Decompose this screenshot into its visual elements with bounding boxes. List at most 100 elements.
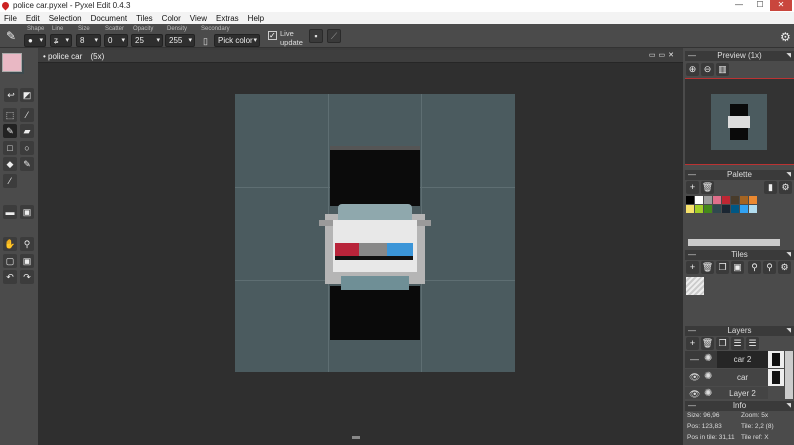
eye-icon[interactable]: 👁 (689, 389, 700, 399)
magic-wand-tool[interactable]: ⁄ (20, 108, 34, 122)
secondary-dropdown[interactable]: Pick color (214, 34, 260, 47)
menu-edit[interactable]: Edit (26, 14, 40, 23)
tile-grid-icon[interactable]: ▣ (731, 261, 744, 274)
crop-tool[interactable]: ▣ (20, 254, 34, 268)
layer-row[interactable]: 👁 ✺ car (685, 369, 768, 386)
palette-swatch[interactable] (695, 196, 703, 204)
document-tab[interactable]: • police car (5x) ▭▭✕ (38, 50, 683, 63)
eraser-tool[interactable]: ▰ (20, 124, 34, 138)
eye-icon[interactable]: 👁 (689, 372, 700, 383)
delete-layer-icon[interactable]: 🗑 (701, 337, 714, 350)
delete-color-icon[interactable]: 🗑 (701, 181, 714, 194)
zoom-in-icon[interactable]: ⊕ (686, 63, 699, 76)
fill-bucket-tool[interactable]: ◆ (3, 157, 17, 171)
tile-select-tool[interactable]: ▣ (20, 205, 34, 219)
line-dropdown[interactable]: ʑ (50, 34, 72, 47)
layer-row[interactable]: 👁 ✺ Layer 2 (685, 387, 768, 399)
palette-scrollbar[interactable] (688, 239, 780, 246)
palette-swatch[interactable] (740, 196, 748, 204)
merge-down-icon[interactable]: ☰ (731, 337, 744, 350)
preview-pane[interactable] (685, 78, 794, 165)
pan-hand-tool[interactable]: ✋ (3, 237, 17, 251)
color-replace-tool[interactable]: ✎ (20, 157, 34, 171)
rectangle-tool[interactable]: □ (3, 141, 17, 155)
reset-colors-icon[interactable]: ◩ (20, 88, 34, 102)
scatter-dropdown[interactable]: 0 (104, 34, 128, 47)
frame-tool[interactable]: ▢ (3, 254, 17, 268)
palette-sort-icon[interactable]: ▮ (764, 181, 777, 194)
menu-bar: File Edit Selection Document Tiles Color… (0, 12, 794, 24)
add-tile-icon[interactable]: + (686, 261, 699, 274)
tile-tool[interactable]: ▬ (3, 205, 17, 219)
swap-colors-icon[interactable]: ↩ (4, 88, 18, 102)
tiles-zoom-out-icon[interactable]: ⚲ (763, 261, 776, 274)
add-color-icon[interactable]: + (686, 181, 699, 194)
menu-file[interactable]: File (4, 14, 17, 23)
palette-swatch[interactable] (686, 196, 694, 204)
layer-settings-icon[interactable]: ✺ (704, 388, 712, 399)
layer-settings-icon[interactable]: ✺ (704, 353, 712, 364)
palette-swatch[interactable] (722, 196, 730, 204)
document-window-buttons[interactable]: ▭▭✕ (649, 51, 677, 59)
resize-handle[interactable] (352, 436, 360, 439)
palette-swatch[interactable] (731, 205, 739, 213)
palette-swatch[interactable] (686, 205, 694, 213)
palette-swatch[interactable] (704, 196, 712, 204)
menu-color[interactable]: Color (162, 14, 181, 23)
pencil-tool[interactable]: ✎ (3, 124, 17, 138)
pixel-canvas[interactable] (235, 94, 515, 372)
menu-extras[interactable]: Extras (216, 14, 239, 23)
palette-swatch[interactable] (713, 205, 721, 213)
settings-gear-icon[interactable]: ⚙ (780, 30, 791, 44)
zoom-out-icon[interactable]: ⊖ (701, 63, 714, 76)
layer-settings-icon[interactable]: ✺ (704, 371, 712, 382)
density-label: Density (167, 26, 188, 32)
duplicate-layer-icon[interactable]: ❐ (716, 337, 729, 350)
maximize-button[interactable]: ☐ (749, 0, 771, 11)
copy-tile-icon[interactable]: ❐ (716, 261, 729, 274)
menu-tiles[interactable]: Tiles (136, 14, 153, 23)
layers-scrollbar[interactable] (785, 351, 793, 399)
tile-thumbnail[interactable] (686, 277, 704, 295)
window-title: police car.pyxel - Pyxel Edit 0.4.3 (13, 1, 131, 10)
layer-button[interactable]: ▪ (309, 29, 323, 43)
menu-selection[interactable]: Selection (49, 14, 82, 23)
palette-swatch[interactable] (731, 196, 739, 204)
palette-swatch[interactable] (749, 205, 757, 213)
close-button[interactable]: ✕ (770, 0, 792, 11)
zoom-tool[interactable]: ⚲ (20, 237, 34, 251)
delete-tile-icon[interactable]: 🗑 (701, 261, 714, 274)
palette-swatch[interactable] (713, 196, 721, 204)
primary-color-swatch[interactable] (2, 53, 22, 72)
density-dropdown[interactable]: 255 (165, 34, 195, 47)
menu-help[interactable]: Help (248, 14, 264, 23)
minimize-button[interactable]: — (728, 0, 750, 11)
live-update-checkbox[interactable]: ✓ (268, 31, 277, 40)
undo-icon[interactable]: ↶ (3, 270, 17, 284)
menu-view[interactable]: View (190, 14, 207, 23)
add-layer-icon[interactable]: + (686, 337, 699, 350)
shape-dropdown[interactable]: ● (24, 34, 46, 47)
fit-icon[interactable]: ▥ (716, 63, 729, 76)
palette-swatch[interactable] (704, 205, 712, 213)
palette-settings-icon[interactable]: ⚙ (779, 181, 792, 194)
opacity-dropdown[interactable]: 25 (131, 34, 163, 47)
symmetry-button[interactable]: ⟋ (327, 29, 341, 43)
size-dropdown[interactable]: 8 (76, 34, 101, 47)
tiles-settings-icon[interactable]: ⚙ (778, 261, 791, 274)
palette-swatch[interactable] (695, 205, 703, 213)
rect-select-tool[interactable]: ⬚ (3, 108, 17, 122)
layer-row[interactable]: — ✺ car 2 (685, 351, 768, 368)
document-zoom: (5x) (90, 52, 105, 61)
redo-icon[interactable]: ↷ (20, 270, 34, 284)
palette-swatch[interactable] (722, 205, 730, 213)
ellipse-tool[interactable]: ○ (20, 141, 34, 155)
palette-swatch[interactable] (749, 196, 757, 204)
menu-document[interactable]: Document (91, 14, 127, 23)
eyedropper-tool[interactable]: ⁄ (3, 174, 17, 188)
tiles-zoom-in-icon[interactable]: ⚲ (748, 261, 761, 274)
layer-name: car (736, 373, 749, 382)
merge-up-icon[interactable]: ☰ (746, 337, 759, 350)
layer-hidden-icon[interactable]: — (690, 354, 699, 364)
palette-swatch[interactable] (740, 205, 748, 213)
